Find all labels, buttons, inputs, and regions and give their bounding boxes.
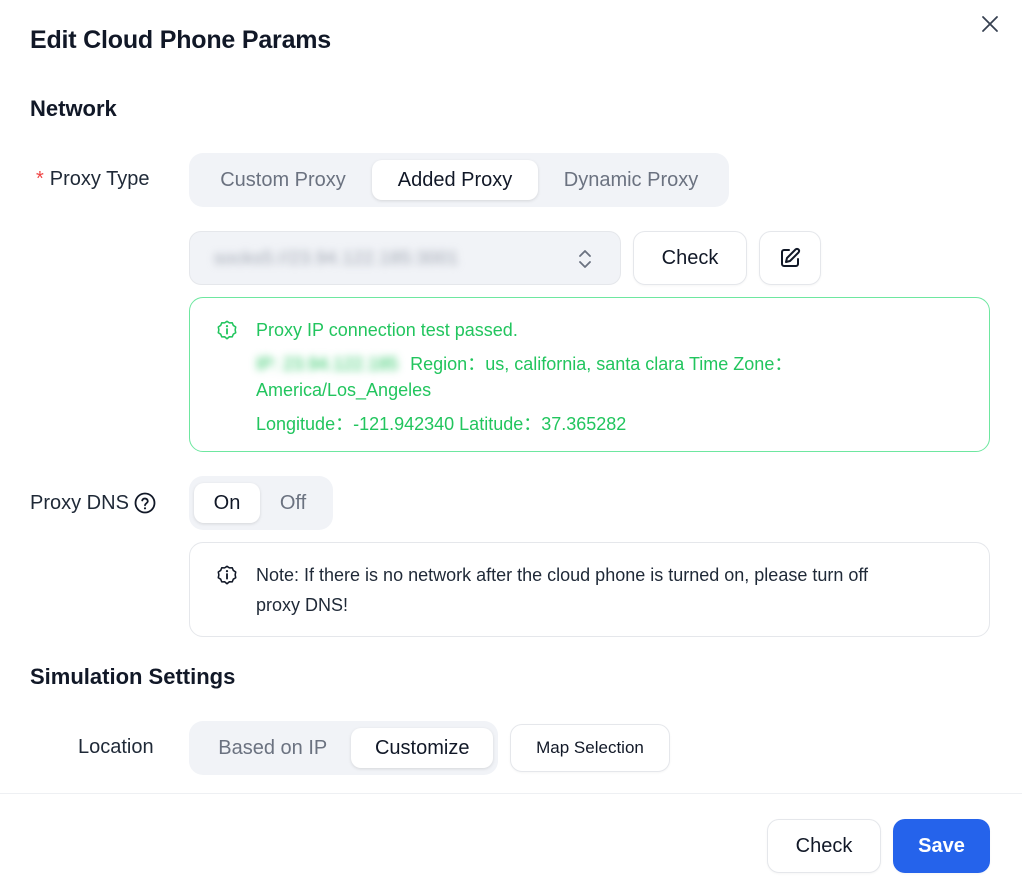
close-icon[interactable] (978, 12, 1002, 36)
proxy-select-value: socks5://23.94.122.185:3001 (214, 248, 459, 268)
map-selection-button[interactable]: Map Selection (510, 724, 670, 772)
help-icon[interactable] (133, 491, 157, 515)
check-proxy-button[interactable]: Check (633, 231, 747, 285)
edit-icon (781, 247, 801, 267)
save-button[interactable]: Save (893, 819, 990, 873)
proxy-type-label: * Proxy Type (36, 168, 150, 190)
proxy-test-result: Proxy IP connection test passed. IP: 23.… (189, 297, 990, 452)
test-passed-text: Proxy IP connection test passed. (256, 320, 518, 340)
location-segmented: Based on IP Customize (189, 721, 498, 775)
region-text: Region：us, california, santa clara Time … (410, 354, 793, 374)
location-label: Location (78, 736, 154, 758)
location-customize[interactable]: Customize (351, 728, 493, 768)
simulation-section-title: Simulation Settings (30, 664, 236, 689)
ip-region-line: IP: 23.94.122.185 Region：us, california, … (256, 350, 792, 376)
footer-check-button[interactable]: Check (767, 819, 881, 873)
proxy-type-added[interactable]: Added Proxy (372, 160, 538, 200)
chevron-up-down-icon (579, 250, 591, 268)
dialog-title: Edit Cloud Phone Params (30, 26, 332, 54)
proxy-select[interactable]: socks5://23.94.122.185:3001 (189, 231, 621, 285)
edit-proxy-button[interactable] (759, 231, 821, 285)
proxy-dns-off[interactable]: Off (260, 483, 326, 523)
proxy-type-segmented: Custom Proxy Added Proxy Dynamic Proxy (189, 153, 729, 207)
proxy-dns-note: Note: If there is no network after the c… (189, 542, 990, 637)
timezone-text: America/Los_Angeles (256, 380, 432, 400)
required-mark: * (36, 168, 44, 190)
note-text-line1: Note: If there is no network after the c… (256, 565, 869, 585)
proxy-dns-label: Proxy DNS (30, 491, 157, 515)
location-based-on-ip[interactable]: Based on IP (194, 728, 351, 768)
proxy-dns-segmented: On Off (189, 476, 333, 530)
info-icon (217, 565, 237, 585)
proxy-type-dynamic[interactable]: Dynamic Proxy (538, 160, 724, 200)
footer-divider (0, 793, 1022, 794)
coords-text: Longitude：-121.942340 Latitude：37.365282 (256, 414, 627, 434)
proxy-dns-on[interactable]: On (194, 483, 260, 523)
info-icon (217, 320, 237, 340)
ip-value: IP: 23.94.122.185 (256, 354, 399, 374)
network-section-title: Network (30, 96, 117, 121)
proxy-type-custom[interactable]: Custom Proxy (194, 160, 372, 200)
note-text-line2: proxy DNS! (256, 595, 349, 615)
